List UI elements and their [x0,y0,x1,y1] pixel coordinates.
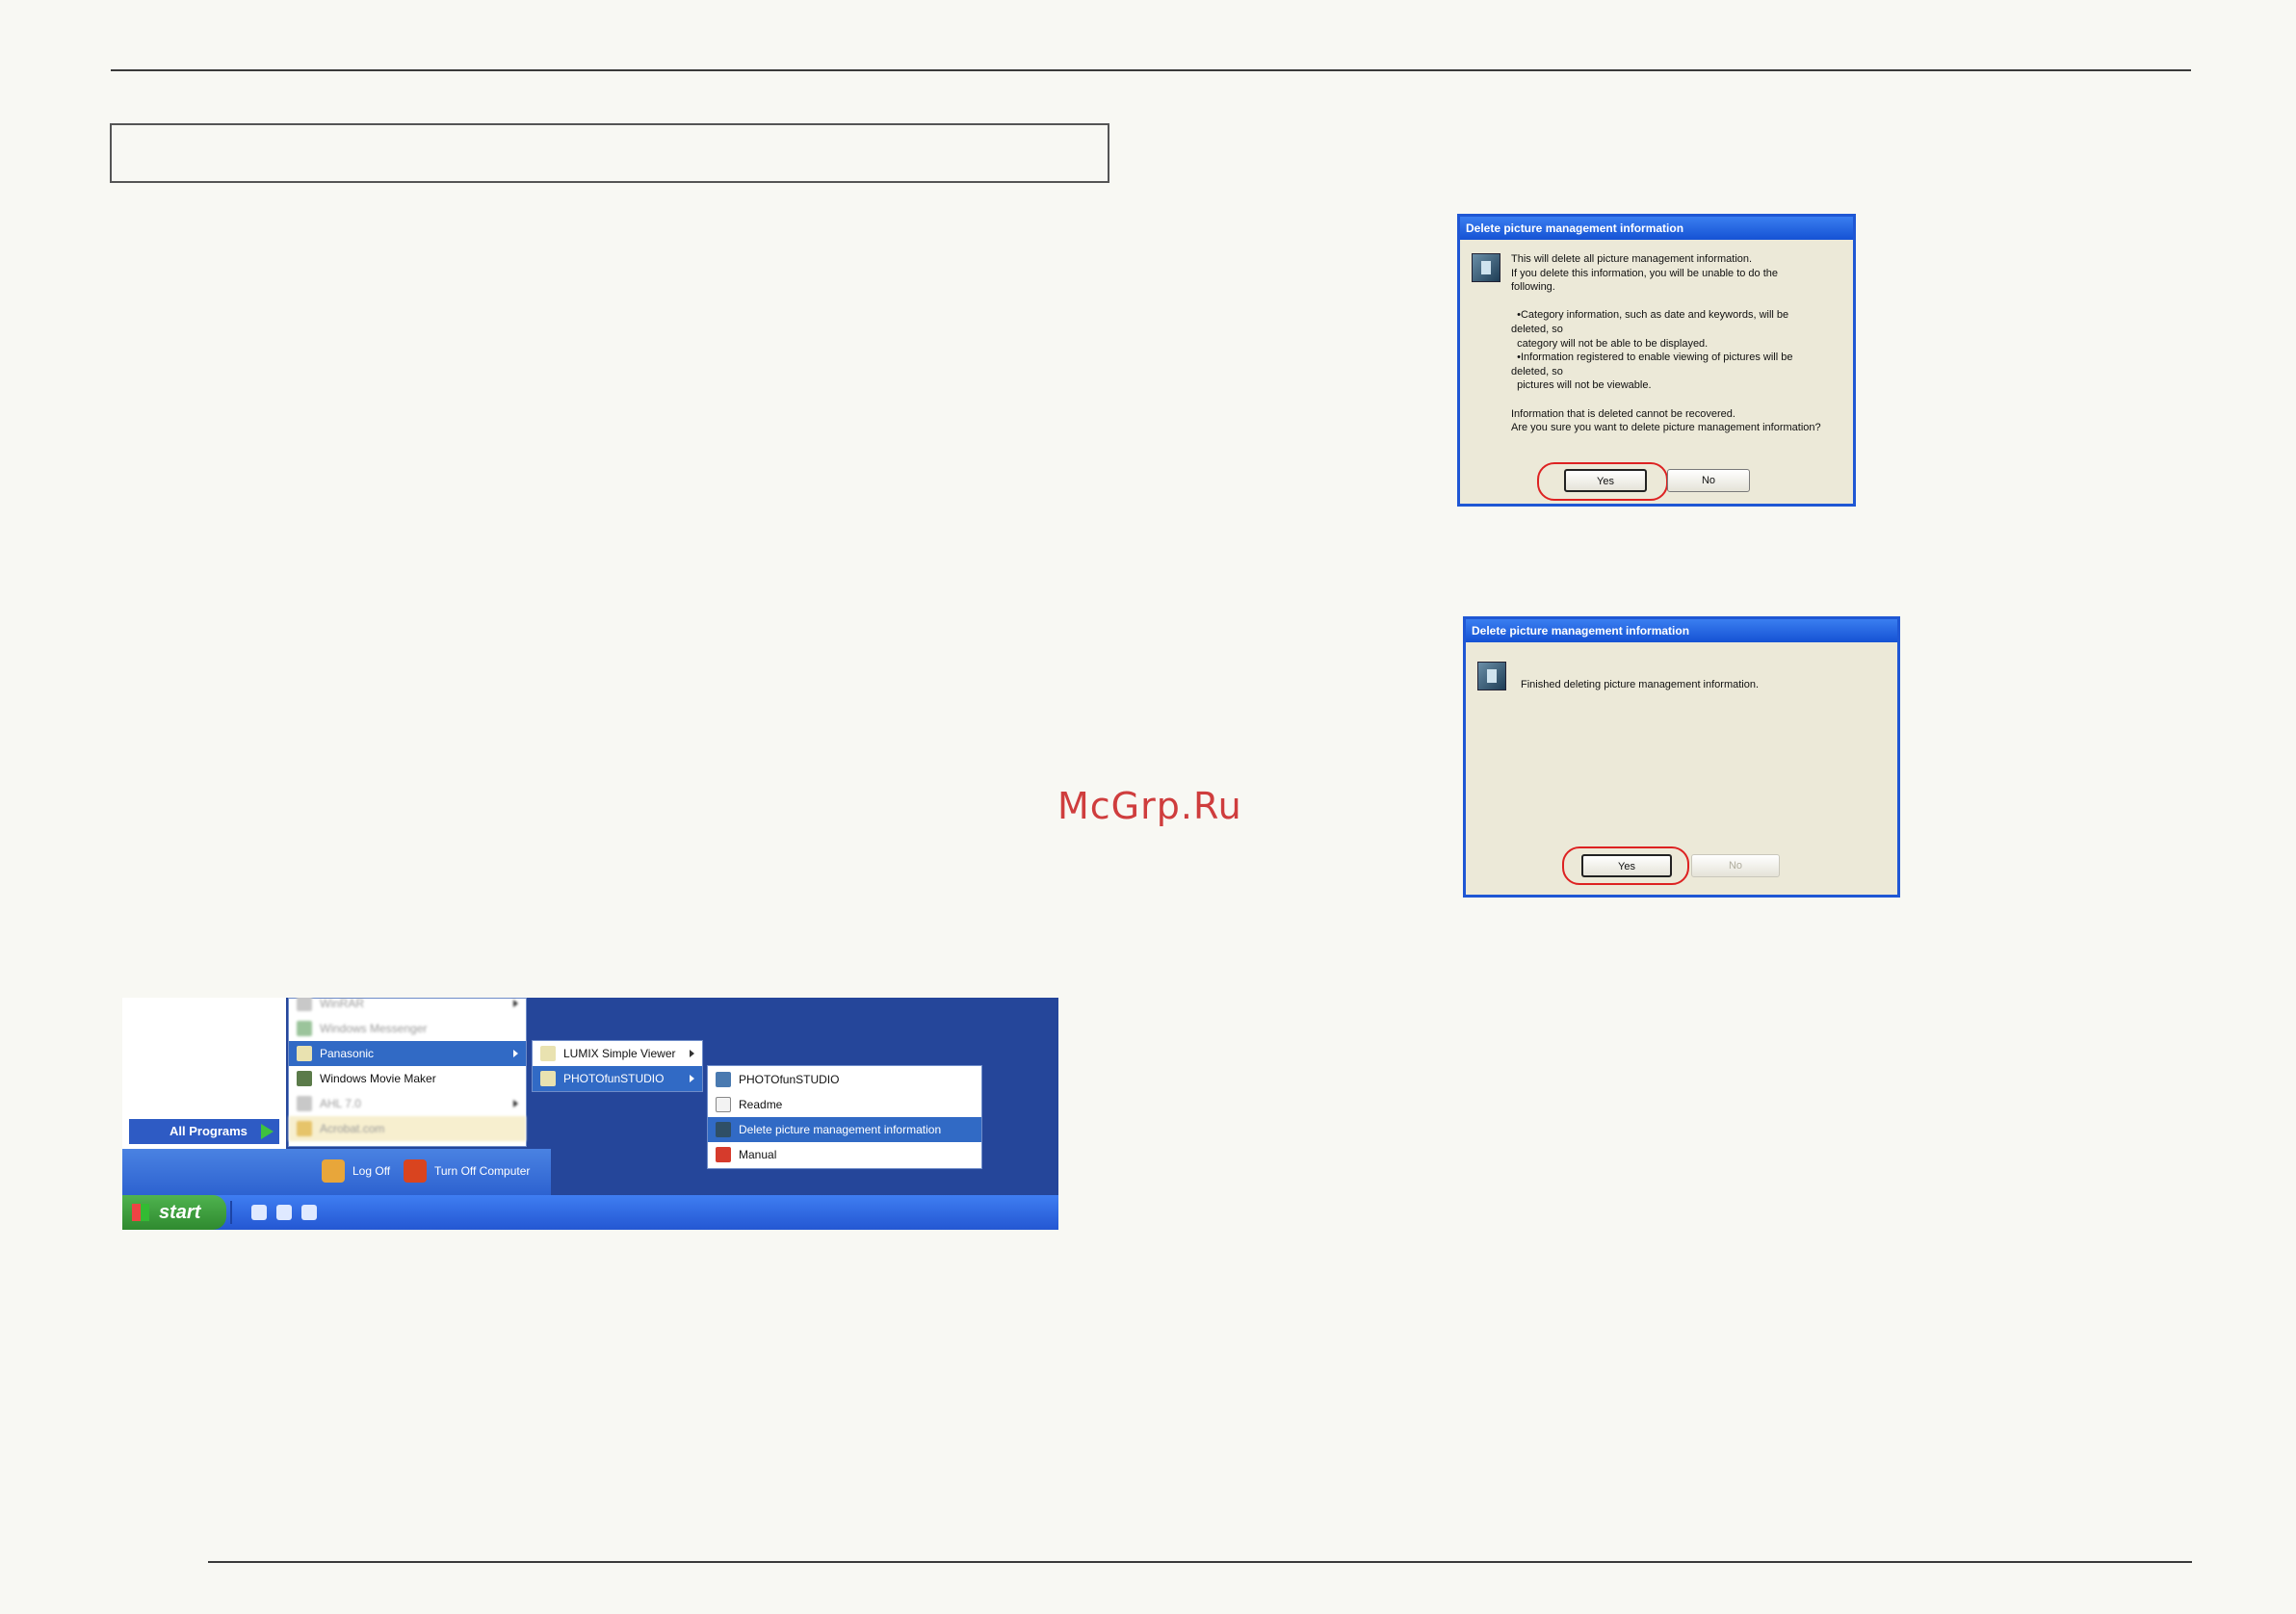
all-programs-label: All Programs [170,1124,248,1138]
menu-item-movie-maker[interactable]: Windows Movie Maker [289,1066,526,1091]
programs-menu: WinRAR Windows Messenger Panasonic Windo… [288,998,527,1147]
menu-item-ahl[interactable]: AHL 7.0 [289,1091,526,1116]
acrobat-icon [297,1121,312,1136]
messenger-icon [297,1021,312,1036]
delete-finished-dialog: Delete picture management information Fi… [1463,616,1900,898]
panasonic-submenu: LUMIX Simple Viewer PHOTOfunSTUDIO [532,1040,703,1092]
folder-icon [297,998,312,1011]
menu-item-manual[interactable]: Manual [708,1142,981,1167]
menu-item-readme[interactable]: Readme [708,1092,981,1117]
bottom-rule [208,1561,2192,1563]
dialog-message: Finished deleting picture management inf… [1521,679,1760,690]
studio-app-icon [1477,662,1506,690]
studio-app-icon [716,1122,731,1137]
key-icon [322,1159,345,1183]
no-button[interactable]: No [1667,469,1750,492]
menu-item-acrobat[interactable]: Acrobat.com [289,1116,526,1141]
quick-launch-separator [230,1201,232,1224]
no-button: No [1691,854,1780,877]
photofunstudio-submenu: PHOTOfunSTUDIO Readme Delete picture man… [707,1065,982,1169]
submenu-arrow-icon [513,1050,518,1057]
start-menu-screenshot: All Programs Log Off Turn Off Computer W… [122,998,1058,1230]
photofunstudio-icon [716,1072,731,1087]
watermark: McGrp.Ru [1057,785,1242,827]
turn-off-label: Turn Off Computer [434,1164,531,1178]
yes-button[interactable]: Yes [1564,469,1647,492]
menu-item-photofunstudio-folder[interactable]: PHOTOfunSTUDIO [533,1066,702,1091]
dialog-title-bar[interactable]: Delete picture management information [1460,217,1853,240]
browser-icon[interactable] [276,1205,292,1220]
show-desktop-icon[interactable] [251,1205,267,1220]
delete-confirm-dialog: Delete picture management information Th… [1457,214,1856,507]
yes-button[interactable]: Yes [1581,854,1672,877]
dialog-message: This will delete all picture management … [1511,253,1821,434]
green-arrow-icon [261,1124,274,1139]
folder-icon [540,1046,556,1061]
document-icon [716,1097,731,1112]
movie-maker-icon [297,1071,312,1086]
top-rule [111,69,2191,71]
section-heading-box [110,123,1109,183]
submenu-arrow-icon [690,1050,694,1057]
windows-logo-icon [132,1204,149,1221]
start-label: start [159,1202,201,1223]
submenu-arrow-icon [690,1075,694,1082]
menu-item-panasonic[interactable]: Panasonic [289,1041,526,1066]
log-off-label: Log Off [352,1164,391,1178]
dialog-title-bar[interactable]: Delete picture management information [1466,619,1897,642]
menu-item-photofunstudio-app[interactable]: PHOTOfunSTUDIO [708,1067,981,1092]
menu-item-delete-info[interactable]: Delete picture management information [708,1117,981,1142]
media-player-icon[interactable] [301,1205,317,1220]
taskbar: start [122,1195,1058,1230]
start-button[interactable]: start [122,1195,226,1230]
submenu-arrow-icon [513,1000,518,1007]
menu-item-winrar[interactable]: WinRAR [289,998,526,1016]
folder-icon [297,1046,312,1061]
all-programs-button[interactable]: All Programs [129,1119,279,1144]
studio-app-icon [1472,253,1500,282]
power-icon [404,1159,427,1183]
turn-off-button[interactable]: Turn Off Computer [402,1157,530,1185]
folder-icon [540,1071,556,1086]
log-off-button[interactable]: Log Off [320,1157,390,1185]
pdf-icon [716,1147,731,1162]
menu-item-lumix-viewer[interactable]: LUMIX Simple Viewer [533,1041,702,1066]
submenu-arrow-icon [513,1100,518,1107]
menu-item-messenger[interactable]: Windows Messenger [289,1016,526,1041]
folder-icon [297,1096,312,1111]
